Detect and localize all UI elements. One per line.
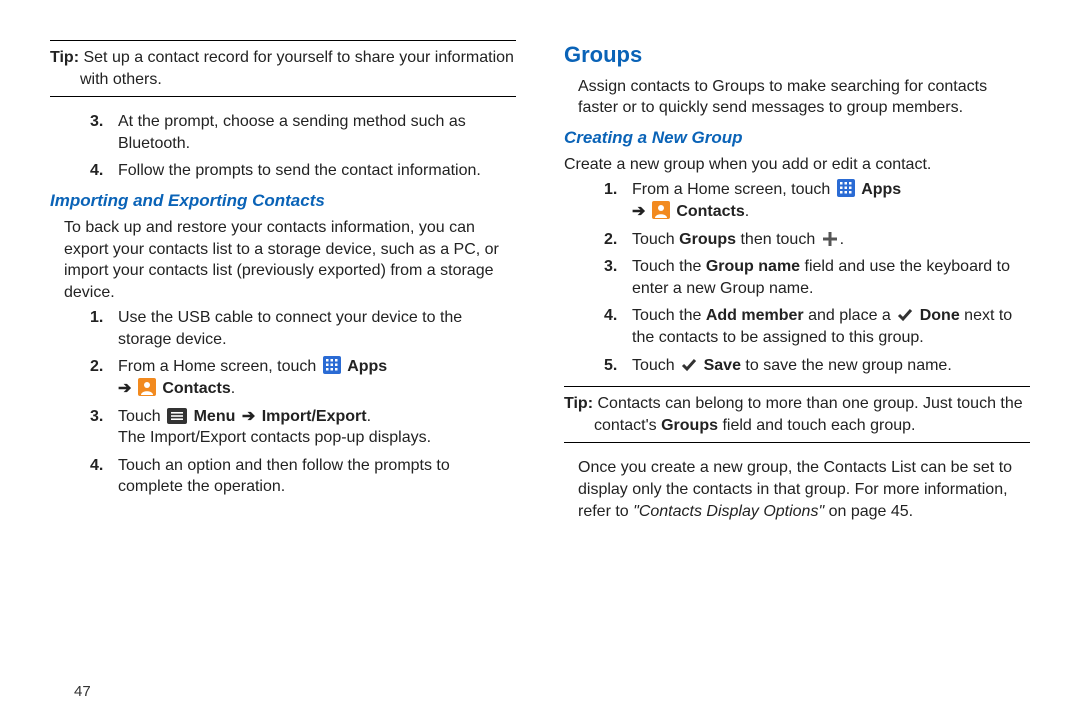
step-text: then touch <box>740 231 819 248</box>
groups-label: Groups <box>679 231 736 248</box>
apps-icon <box>323 356 341 374</box>
arrow-icon: ➔ <box>632 203 645 220</box>
step-text: Touch <box>632 231 679 248</box>
step-text: to save the new group name. <box>745 357 951 374</box>
plus-icon <box>822 231 838 247</box>
step-3: At the prompt, choose a sending method s… <box>90 111 516 154</box>
subsection-intro: To back up and restore your contacts inf… <box>64 217 516 303</box>
step-text: Use the USB cable to connect your device… <box>118 309 462 348</box>
step-2: From a Home screen, touch Apps ➔ <box>90 356 516 399</box>
left-column: Tip: Set up a contact record for yoursel… <box>50 40 516 720</box>
group-name-label: Group name <box>706 258 800 275</box>
contacts-icon <box>652 201 670 219</box>
step-text: At the prompt, choose a sending method s… <box>118 113 466 152</box>
subsection-heading: Creating a New Group <box>564 127 1030 150</box>
step-3: Touch the Group name field and use the k… <box>604 256 1030 299</box>
step-3: Touch Menu ➔ Import/Export. The Import/E… <box>90 406 516 449</box>
done-label: Done <box>920 307 960 324</box>
section-heading: Groups <box>564 40 1030 70</box>
import-export-label: Import/Export <box>262 408 367 425</box>
step-text: Touch the <box>632 307 706 324</box>
arrow-icon: ➔ <box>118 380 131 397</box>
step-text: Touch the <box>632 258 706 275</box>
tip-block: Tip: Contacts can belong to more than on… <box>564 393 1030 436</box>
apps-icon <box>837 179 855 197</box>
step-2: Touch Groups then touch . <box>604 229 1030 251</box>
tip-text: field and touch each group. <box>722 417 915 434</box>
tip-text: Set up a contact record for yourself to … <box>80 49 514 88</box>
arrow-icon: ➔ <box>242 408 255 425</box>
rule <box>50 96 516 97</box>
step-text: From a Home screen, touch <box>632 181 835 198</box>
step-1: From a Home screen, touch Apps ➔ <box>604 179 1030 222</box>
right-column: Groups Assign contacts to Groups to make… <box>564 40 1030 720</box>
contacts-label: Contacts <box>676 203 744 220</box>
apps-label: Apps <box>861 181 901 198</box>
step-text: From a Home screen, touch <box>118 358 321 375</box>
tip-label: Tip: <box>564 395 593 412</box>
rule <box>50 40 516 41</box>
step-text: Follow the prompts to send the contact i… <box>118 162 481 179</box>
after-text: on page 45. <box>829 503 914 520</box>
step-text: and place a <box>808 307 895 324</box>
rule <box>564 386 1030 387</box>
step-4: Follow the prompts to send the contact i… <box>90 160 516 182</box>
page-number: 47 <box>74 682 91 702</box>
step-5: Touch Save to save the new group name. <box>604 355 1030 377</box>
menu-icon <box>167 408 187 424</box>
after-note: Once you create a new group, the Contact… <box>578 457 1030 522</box>
rule <box>564 442 1030 443</box>
section-intro: Assign contacts to Groups to make search… <box>578 76 1030 119</box>
manual-page: Tip: Set up a contact record for yoursel… <box>0 0 1080 720</box>
cross-reference: "Contacts Display Options" <box>633 503 824 520</box>
step-4: Touch an option and then follow the prom… <box>90 455 516 498</box>
subsection-heading: Importing and Exporting Contacts <box>50 190 516 213</box>
apps-label: Apps <box>347 358 387 375</box>
checkmark-icon <box>681 357 697 373</box>
checkmark-icon <box>897 307 913 323</box>
step-1: Use the USB cable to connect your device… <box>90 307 516 350</box>
step-subtext: The Import/Export contacts pop-up displa… <box>118 427 516 449</box>
add-member-label: Add member <box>706 307 804 324</box>
contacts-icon <box>138 378 156 396</box>
step-4: Touch the Add member and place a Done ne… <box>604 305 1030 348</box>
save-label: Save <box>704 357 741 374</box>
contacts-label: Contacts <box>162 380 230 397</box>
step-text: Touch an option and then follow the prom… <box>118 457 450 496</box>
groups-field-label: Groups <box>661 417 718 434</box>
continued-steps: At the prompt, choose a sending method s… <box>50 111 516 182</box>
tip-block: Tip: Set up a contact record for yoursel… <box>50 47 516 90</box>
step-text: Touch <box>632 357 679 374</box>
subsection-intro: Create a new group when you add or edit … <box>564 154 1030 176</box>
menu-label: Menu <box>194 408 236 425</box>
create-group-steps: From a Home screen, touch Apps ➔ <box>564 179 1030 376</box>
step-text: Touch <box>118 408 165 425</box>
tip-label: Tip: <box>50 49 79 66</box>
import-export-steps: Use the USB cable to connect your device… <box>50 307 516 498</box>
